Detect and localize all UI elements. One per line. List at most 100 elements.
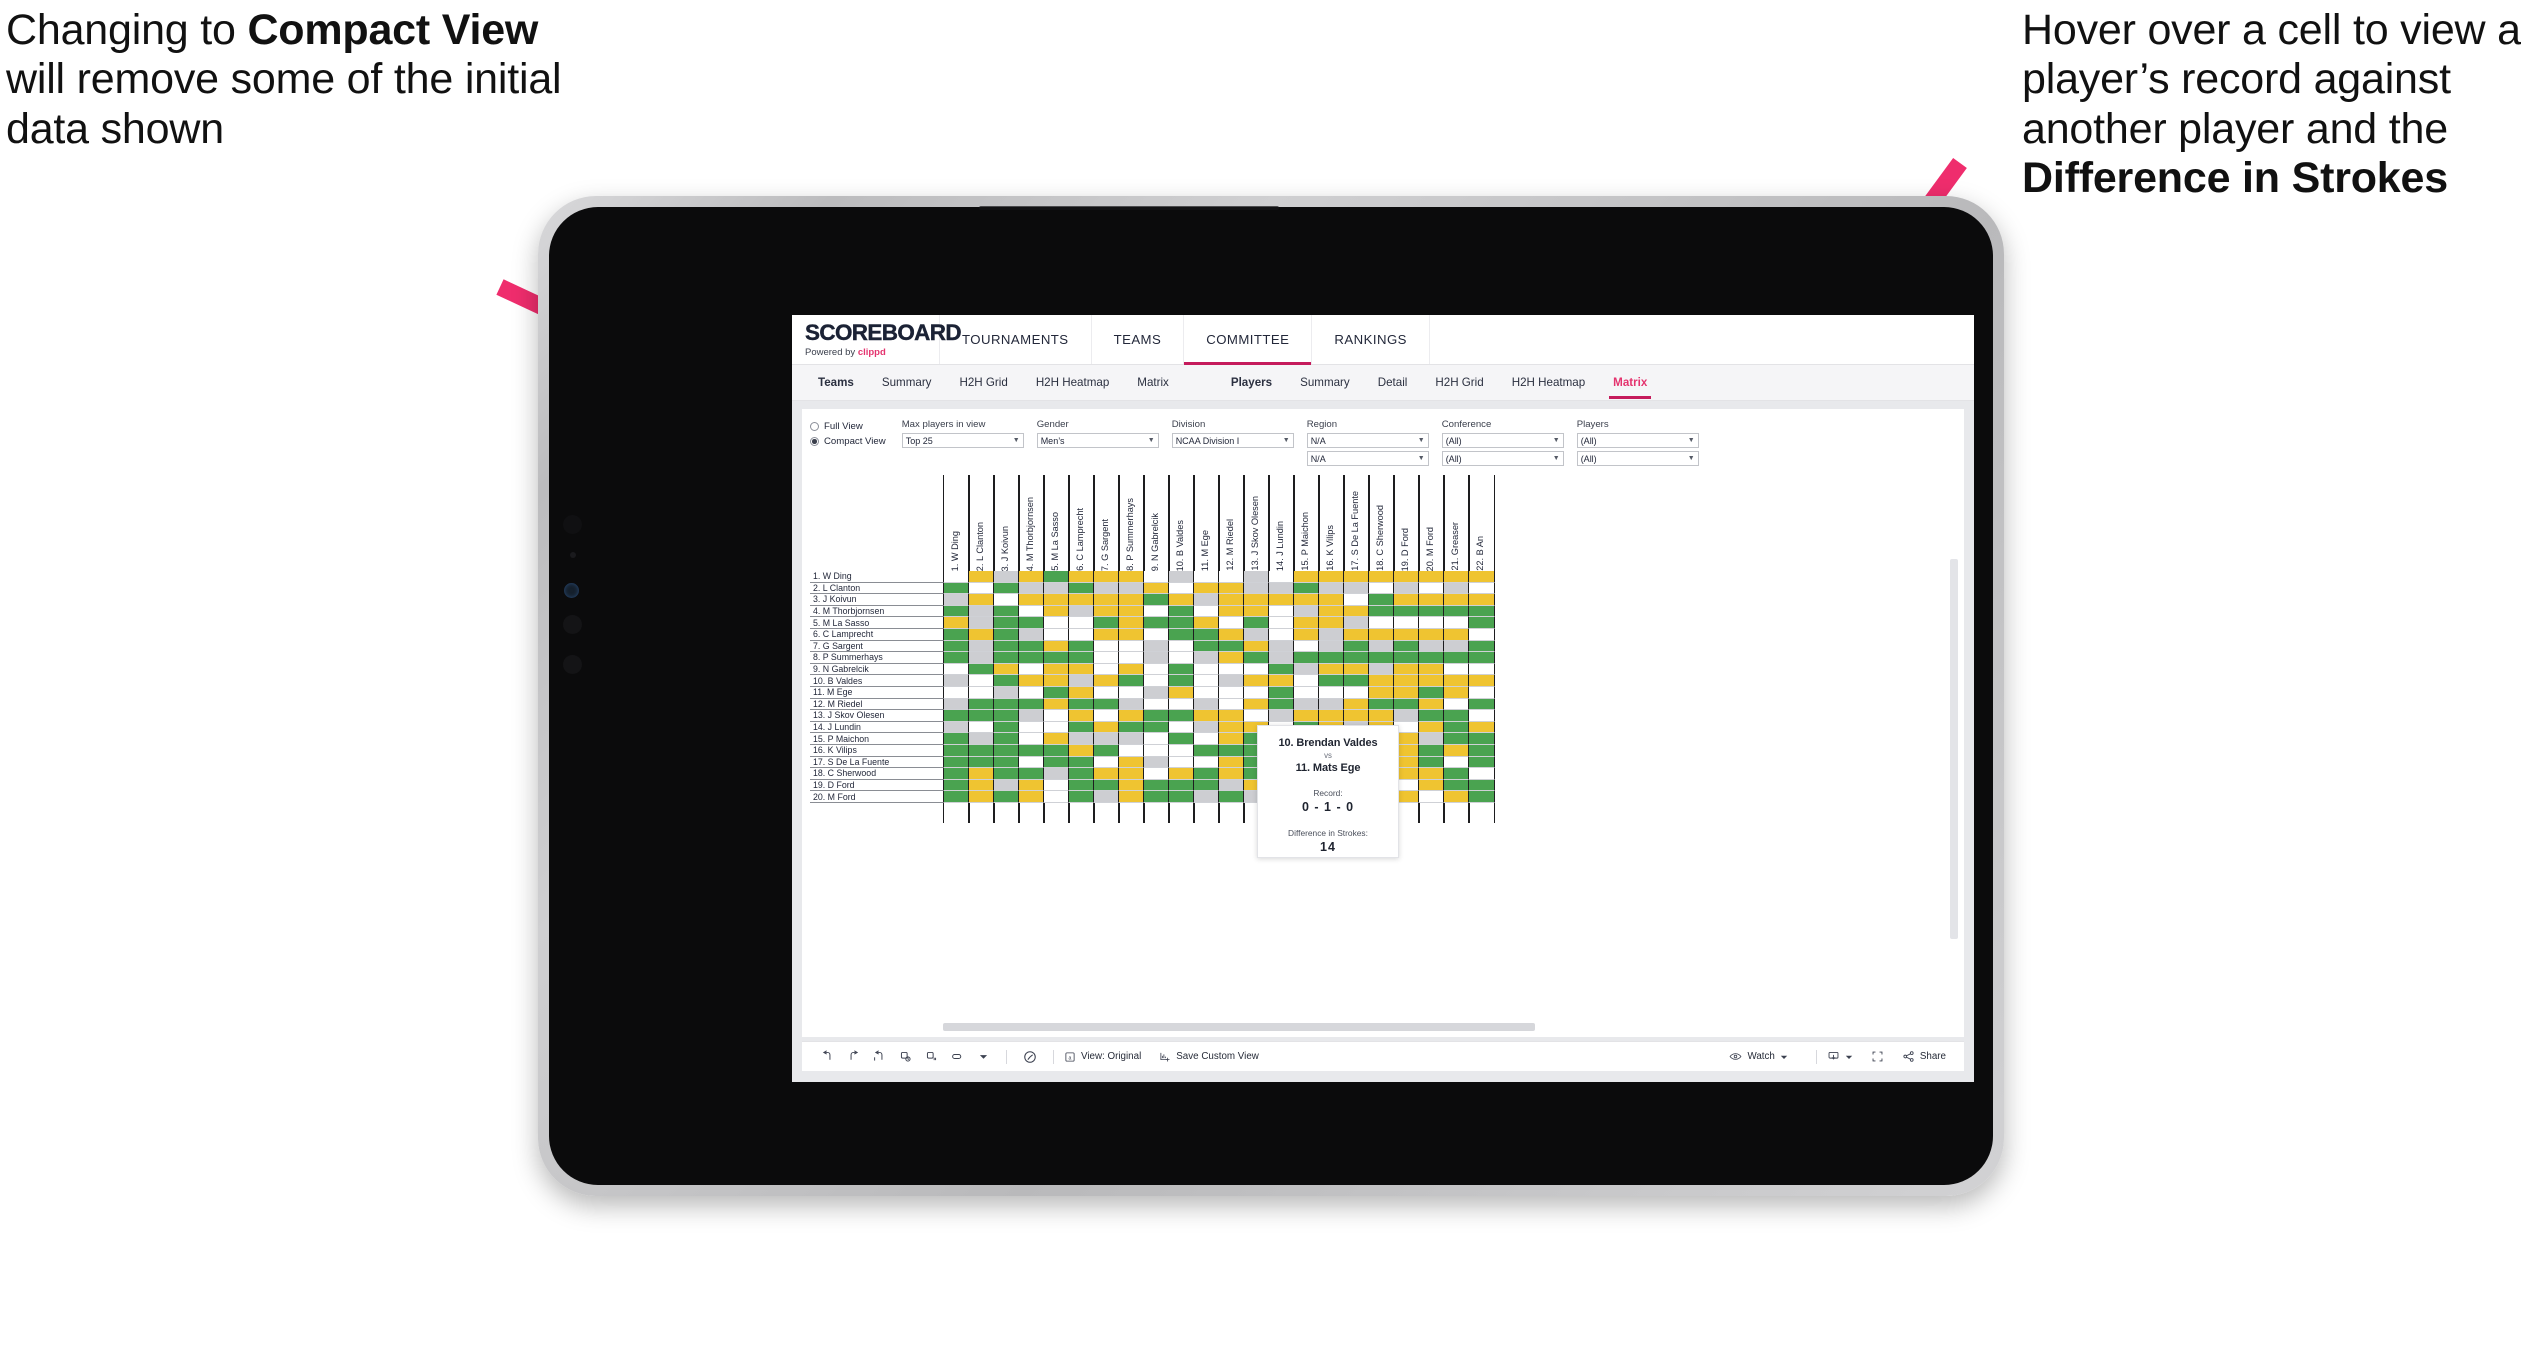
matrix-cell[interactable] bbox=[1193, 617, 1220, 629]
matrix-cell[interactable] bbox=[1318, 710, 1345, 722]
matrix-cell[interactable] bbox=[1068, 744, 1095, 757]
matrix-cell[interactable] bbox=[1243, 710, 1270, 722]
matrix-cell[interactable] bbox=[1018, 768, 1045, 780]
matrix-cell[interactable] bbox=[1293, 652, 1320, 664]
matrix-cell[interactable] bbox=[1193, 640, 1220, 653]
horizontal-scrollbar[interactable] bbox=[943, 1023, 1535, 1031]
matrix-cell[interactable] bbox=[1168, 779, 1195, 792]
matrix-column-header[interactable]: 12. M Riedel bbox=[1218, 475, 1245, 571]
matrix-cell[interactable] bbox=[1118, 628, 1145, 641]
matrix-cell[interactable] bbox=[1193, 710, 1220, 722]
matrix-cell[interactable] bbox=[1218, 675, 1245, 687]
matrix-cell[interactable] bbox=[1118, 686, 1145, 699]
matrix-cell[interactable] bbox=[1118, 698, 1145, 711]
matrix-cell[interactable] bbox=[1218, 779, 1245, 792]
chevron-down-icon[interactable]: ▼ bbox=[1013, 437, 1020, 444]
matrix-cell[interactable] bbox=[993, 571, 1020, 583]
matrix-cell[interactable] bbox=[1468, 744, 1495, 757]
matrix-cell[interactable] bbox=[993, 721, 1020, 734]
matrix-cell[interactable] bbox=[1143, 698, 1170, 711]
matrix-cell[interactable] bbox=[1318, 686, 1345, 699]
matrix-cell[interactable] bbox=[1193, 686, 1220, 699]
matrix-column-header[interactable]: 11. M Ege bbox=[1193, 475, 1220, 571]
matrix-cell[interactable] bbox=[1093, 582, 1120, 595]
matrix-cell[interactable] bbox=[943, 663, 970, 676]
matrix-row-label[interactable]: 5. M La Sasso bbox=[810, 617, 943, 629]
matrix-column-header[interactable]: 13. J Skov Olesen bbox=[1243, 475, 1270, 571]
matrix-cell[interactable] bbox=[1468, 756, 1495, 769]
filter-select-players-2[interactable]: (All) ▼ bbox=[1576, 451, 1699, 466]
matrix-cell[interactable] bbox=[1318, 605, 1345, 618]
matrix-cell[interactable] bbox=[1143, 640, 1170, 653]
matrix-cell[interactable] bbox=[1193, 779, 1220, 792]
matrix-row-label[interactable]: 18. C Sherwood bbox=[810, 768, 943, 780]
matrix-cell[interactable] bbox=[1193, 756, 1220, 769]
matrix-cell[interactable] bbox=[1018, 605, 1045, 618]
matrix-cell[interactable] bbox=[1393, 617, 1420, 629]
matrix-cell[interactable] bbox=[1368, 686, 1395, 699]
matrix-cell[interactable] bbox=[1318, 675, 1345, 687]
matrix-cell[interactable] bbox=[1093, 721, 1120, 734]
matrix-row-label[interactable]: 11. M Ege bbox=[810, 686, 943, 699]
matrix-cell[interactable] bbox=[1018, 628, 1045, 641]
matrix-cell[interactable] bbox=[1193, 594, 1220, 606]
matrix-cell[interactable] bbox=[993, 791, 1020, 803]
matrix-cell[interactable] bbox=[1043, 663, 1070, 676]
matrix-cell[interactable] bbox=[1043, 721, 1070, 734]
matrix-cell[interactable] bbox=[968, 605, 995, 618]
matrix-cell[interactable] bbox=[1343, 617, 1370, 629]
filter-select-max-players-in-view[interactable]: Top 25 ▼ bbox=[901, 433, 1024, 448]
matrix-cell[interactable] bbox=[968, 686, 995, 699]
sub-nav-players-detail[interactable]: Detail bbox=[1364, 365, 1422, 401]
matrix-cell[interactable] bbox=[1193, 768, 1220, 780]
matrix-cell[interactable] bbox=[1393, 675, 1420, 687]
radio-option-compact-view[interactable]: Compact View bbox=[810, 436, 886, 447]
filter-select-region[interactable]: N/A ▼ bbox=[1306, 433, 1429, 448]
matrix-cell[interactable] bbox=[1118, 756, 1145, 769]
matrix-cell[interactable] bbox=[1068, 582, 1095, 595]
matrix-cell[interactable] bbox=[1043, 640, 1070, 653]
matrix-cell[interactable] bbox=[1043, 617, 1070, 629]
matrix-cell[interactable] bbox=[1443, 686, 1470, 699]
matrix-cell[interactable] bbox=[1443, 605, 1470, 618]
matrix-cell[interactable] bbox=[1093, 617, 1120, 629]
matrix-column-header[interactable]: 17. S De La Fuente bbox=[1343, 475, 1370, 571]
matrix-cell[interactable] bbox=[968, 791, 995, 803]
view-original-button[interactable]: a View: Original bbox=[1064, 1051, 1141, 1063]
matrix-cell[interactable] bbox=[1118, 744, 1145, 757]
filter-select-players[interactable]: (All) ▼ bbox=[1576, 433, 1699, 448]
matrix-cell[interactable] bbox=[993, 779, 1020, 792]
matrix-cell[interactable] bbox=[1043, 733, 1070, 745]
matrix-column-header[interactable]: 15. P Maichon bbox=[1293, 475, 1320, 571]
matrix-cell[interactable] bbox=[1018, 686, 1045, 699]
matrix-row-label[interactable]: 15. P Maichon bbox=[810, 733, 943, 745]
matrix-cell[interactable] bbox=[1043, 698, 1070, 711]
matrix-cell[interactable] bbox=[1143, 628, 1170, 641]
matrix-cell[interactable] bbox=[1468, 733, 1495, 745]
matrix-cell[interactable] bbox=[1018, 744, 1045, 757]
matrix-cell[interactable] bbox=[993, 605, 1020, 618]
matrix-cell[interactable] bbox=[1393, 571, 1420, 583]
matrix-cell[interactable] bbox=[943, 640, 970, 653]
matrix-cell[interactable] bbox=[1218, 744, 1245, 757]
matrix-cell[interactable] bbox=[1393, 594, 1420, 606]
matrix-cell[interactable] bbox=[1293, 617, 1320, 629]
matrix-cell[interactable] bbox=[1368, 710, 1395, 722]
matrix-cell[interactable] bbox=[993, 733, 1020, 745]
matrix-cell[interactable] bbox=[1168, 628, 1195, 641]
matrix-cell[interactable] bbox=[1018, 791, 1045, 803]
matrix-row-label[interactable]: 19. D Ford bbox=[810, 779, 943, 792]
sub-nav-players-h2h-grid[interactable]: H2H Grid bbox=[1421, 365, 1497, 401]
matrix-cell[interactable] bbox=[1468, 628, 1495, 641]
matrix-cell[interactable] bbox=[1043, 791, 1070, 803]
matrix-cell[interactable] bbox=[1218, 686, 1245, 699]
top-nav-item-committee[interactable]: COMMITTEE bbox=[1184, 315, 1313, 365]
matrix-cell[interactable] bbox=[1093, 652, 1120, 664]
matrix-cell[interactable] bbox=[1168, 640, 1195, 653]
matrix-cell[interactable] bbox=[1018, 698, 1045, 711]
matrix-cell[interactable] bbox=[1268, 663, 1295, 676]
matrix-cell[interactable] bbox=[1368, 594, 1395, 606]
matrix-cell[interactable] bbox=[1043, 779, 1070, 792]
matrix-cell[interactable] bbox=[1068, 733, 1095, 745]
matrix-cell[interactable] bbox=[1293, 640, 1320, 653]
